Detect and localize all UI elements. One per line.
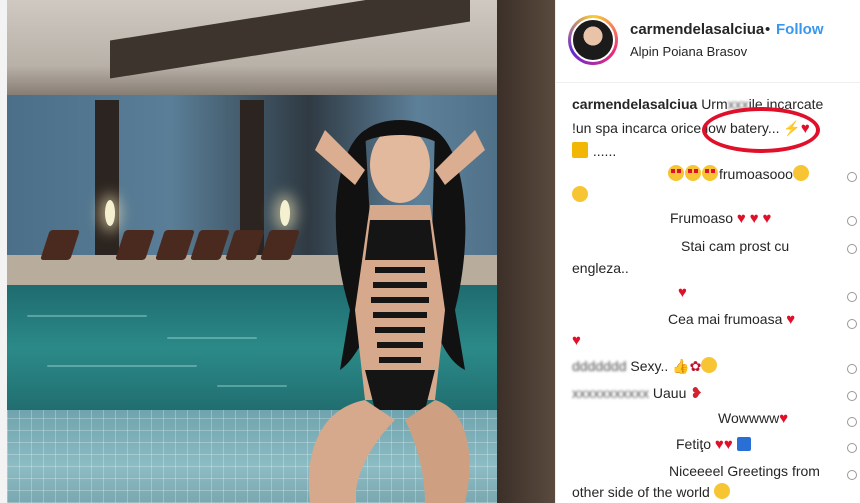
username-link[interactable]: carmendelasalciua	[630, 21, 764, 38]
battery-emoji	[572, 142, 588, 158]
rose-emoji: ✿	[689, 358, 702, 374]
comment-text: Sexy..	[630, 358, 669, 374]
comment-item: Cea mai frumoasa ♥	[668, 311, 795, 328]
heart-icon: ♥	[572, 332, 581, 349]
comment-text: Stai cam prost cu	[681, 238, 790, 254]
comment-item: Fetiţo ♥♥	[676, 436, 751, 453]
separator-dot: •	[765, 21, 771, 38]
comment-item: other side of the world	[572, 483, 731, 500]
lips-emoji: ❥	[690, 385, 703, 402]
comment-item: Niceeeel Greetings from	[669, 463, 820, 479]
comment-item: xxxxxxxxxxx Uauu ❥	[572, 385, 703, 402]
like-icon[interactable]	[847, 216, 857, 226]
thumbs-up-emoji: 👍	[672, 358, 690, 374]
like-icon[interactable]	[847, 244, 857, 254]
photo-pillar	[95, 100, 119, 265]
annotation-circle	[702, 107, 820, 153]
post-sidebar: carmendelasalciua • Follow Alpin Poiana …	[555, 0, 860, 503]
like-icon[interactable]	[847, 417, 857, 427]
comment-item: Frumoaso ♥ ♥ ♥	[670, 210, 771, 227]
star-eyes-emoji	[685, 165, 701, 181]
caption-text: Urm	[701, 96, 728, 112]
like-icon[interactable]	[847, 364, 857, 374]
avatar[interactable]	[568, 15, 618, 65]
like-icon[interactable]	[847, 391, 857, 401]
post-photo[interactable]	[0, 0, 555, 503]
photo-lamp	[105, 200, 115, 226]
comment-item	[572, 186, 589, 203]
photo-lamp	[280, 200, 290, 226]
comment-text: Fetiţo	[676, 436, 712, 452]
kiss-emoji	[792, 165, 809, 181]
heart-icon: ♥	[779, 410, 789, 427]
like-icon[interactable]	[847, 443, 857, 453]
comment-item: ♥	[572, 332, 581, 349]
comment-text: frumoasooo	[719, 166, 793, 182]
post-header: carmendelasalciua • Follow Alpin Poiana …	[556, 0, 860, 83]
comment-item: Wowwww♥	[718, 410, 788, 427]
photo-edge	[0, 0, 7, 503]
heart-icon: ♥	[749, 210, 759, 227]
caption-text: ......	[592, 143, 617, 159]
star-eyes-emoji	[668, 165, 684, 181]
heart-icon: ♥	[736, 210, 746, 227]
photo-door-frame	[497, 0, 555, 503]
like-icon[interactable]	[847, 470, 857, 480]
smile-emoji	[713, 483, 730, 499]
like-icon[interactable]	[847, 172, 857, 182]
comment-text: engleza..	[572, 260, 629, 276]
comment-item: ddddddd Sexy.. 👍✿	[572, 357, 718, 375]
location-link[interactable]: Alpin Poiana Brasov	[630, 44, 747, 59]
like-icon[interactable]	[847, 292, 857, 302]
comment-text: Uauu	[652, 385, 687, 401]
comment-text: Cea mai frumoasa	[668, 311, 783, 327]
heart-icon: ♥	[714, 436, 724, 453]
avatar-image	[571, 18, 615, 62]
heart-icon: ♥	[678, 284, 687, 301]
like-icon[interactable]	[847, 319, 857, 329]
comments-list: carmendelasalciua Urmxxxile incarcate !u…	[556, 90, 860, 503]
comment-text: Frumoaso	[670, 210, 734, 226]
kiss-emoji	[701, 357, 718, 373]
comment-item: Stai cam prost cu	[681, 238, 789, 254]
caption-line: ......	[572, 142, 616, 159]
heart-icon: ♥	[723, 436, 733, 453]
star-eyes-emoji	[702, 165, 718, 181]
comment-text: other side of the world	[572, 484, 710, 500]
comment-text: Niceeeel Greetings from	[669, 463, 820, 479]
kiss-emoji	[572, 186, 588, 202]
top-emoji	[736, 437, 751, 451]
comment-item: frumoasooo	[668, 165, 810, 182]
caption-author[interactable]: carmendelasalciua	[572, 96, 697, 112]
comment-item: ♥	[678, 284, 687, 301]
follow-button[interactable]: Follow	[776, 21, 824, 38]
heart-icon: ♥	[786, 311, 796, 328]
comment-item: engleza..	[572, 260, 629, 276]
photo-person	[308, 120, 485, 503]
heart-icon: ♥	[762, 210, 772, 227]
comment-text: Wowwww	[718, 410, 780, 426]
